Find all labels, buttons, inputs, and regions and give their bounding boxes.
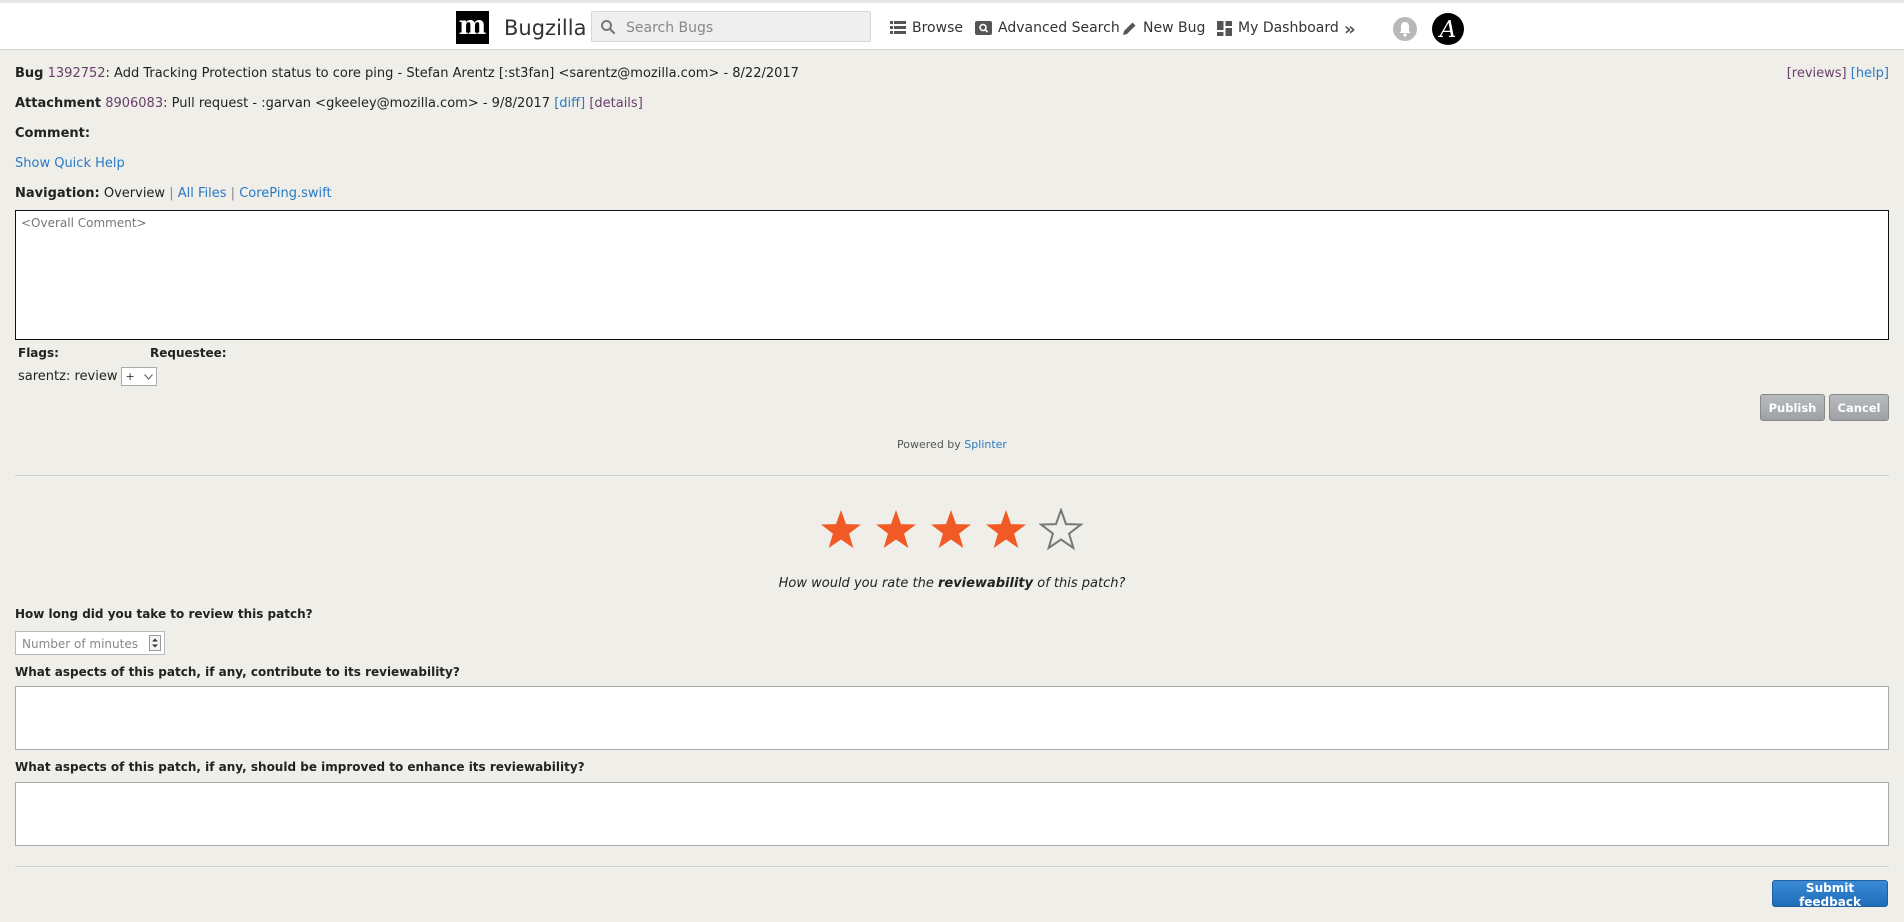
my-dashboard-link[interactable]: My Dashboard — [1217, 18, 1339, 38]
comment-label: Comment: — [15, 126, 91, 141]
details-link[interactable]: [details] — [589, 96, 642, 111]
star-empty-icon[interactable] — [1039, 508, 1083, 552]
flag-value: + — [125, 370, 135, 383]
dashboard-icon — [1217, 20, 1232, 36]
spinner-arrows-icon — [152, 638, 158, 648]
show-quick-help-link[interactable]: Show Quick Help — [15, 156, 125, 171]
notifications-bell-icon[interactable] — [1393, 17, 1417, 41]
attachment-prefix: Attachment — [15, 96, 102, 111]
flags-label: Flags: — [18, 346, 59, 360]
star-filled-icon[interactable] — [874, 508, 918, 552]
pencil-icon — [1123, 22, 1136, 35]
divider — [15, 866, 1889, 867]
file-link[interactable]: CorePing.swift — [239, 186, 331, 201]
requestee-label: Requestee: — [150, 346, 227, 360]
navigation-bar: Navigation: Overview | All Files | CoreP… — [15, 186, 332, 201]
advanced-search-link[interactable]: Advanced Search — [975, 18, 1120, 38]
top-header: m Bugzilla Browse Advanced Search New Bu… — [0, 0, 1904, 50]
attachment-summary: : Pull request - :garvan <gkeeley@mozill… — [163, 96, 551, 111]
all-files-link[interactable]: All Files — [178, 186, 227, 201]
review-flag-select[interactable]: + — [121, 367, 158, 386]
browse-link[interactable]: Browse — [890, 18, 963, 38]
diff-link[interactable]: [diff] — [554, 96, 585, 111]
rating-question-pre: How would you rate the — [778, 576, 934, 591]
browse-label: Browse — [912, 20, 963, 36]
my-dashboard-label: My Dashboard — [1238, 20, 1339, 36]
rating-stars — [819, 508, 1083, 552]
review-flag-row: sarentz: review + — [18, 367, 158, 386]
minutes-field[interactable] — [15, 631, 165, 655]
bug-id-link[interactable]: 1392752 — [48, 66, 106, 81]
rating-question-post: of this patch? — [1037, 576, 1126, 591]
search-icon — [601, 20, 616, 35]
new-bug-label: New Bug — [1143, 20, 1206, 36]
divider — [15, 475, 1889, 476]
bug-info: Bug 1392752: Add Tracking Protection sta… — [15, 66, 799, 81]
nav-separator: | — [230, 186, 236, 201]
rating-question: How would you rate the reviewability of … — [0, 576, 1904, 591]
improve-textarea[interactable] — [15, 782, 1889, 846]
avatar-letter: A — [1438, 17, 1457, 43]
search-input[interactable] — [624, 16, 864, 39]
powered-by: Powered by Splinter — [0, 438, 1904, 451]
improve-question: What aspects of this patch, if any, shou… — [15, 760, 585, 774]
header-links: [reviews] [help] — [1787, 66, 1889, 81]
attachment-info: Attachment 8906083: Pull request - :garv… — [15, 96, 643, 111]
attachment-id-link[interactable]: 8906083 — [105, 96, 163, 111]
bug-prefix: Bug — [15, 66, 44, 81]
advanced-search-label: Advanced Search — [998, 20, 1120, 36]
list-icon — [890, 21, 906, 34]
splinter-link[interactable]: Splinter — [964, 438, 1007, 451]
publish-button[interactable]: Publish — [1760, 394, 1825, 421]
minutes-spinner[interactable] — [149, 635, 161, 651]
powered-by-text: Powered by — [897, 438, 961, 451]
rating-question-bold: reviewability — [937, 576, 1034, 591]
submit-feedback-button[interactable]: Submit feedback — [1772, 880, 1888, 909]
mozilla-logo[interactable]: m — [456, 11, 489, 44]
new-bug-link[interactable]: New Bug — [1122, 18, 1205, 38]
advanced-search-icon — [975, 21, 992, 35]
help-link[interactable]: [help] — [1851, 66, 1889, 81]
brand-title[interactable]: Bugzilla — [504, 16, 586, 40]
chevron-down-icon — [144, 373, 154, 380]
review-time-question: How long did you take to review this pat… — [15, 607, 313, 621]
search-box[interactable] — [591, 11, 871, 42]
star-filled-icon[interactable] — [819, 508, 863, 552]
user-avatar[interactable]: A — [1432, 13, 1464, 45]
more-menu-icon[interactable]: » — [1344, 19, 1356, 40]
minutes-input[interactable] — [20, 635, 144, 653]
overall-comment-textarea[interactable] — [15, 210, 1889, 340]
flag-name: sarentz: review — [18, 369, 118, 384]
contribute-question: What aspects of this patch, if any, cont… — [15, 665, 460, 679]
nav-separator: | — [169, 186, 174, 201]
star-filled-icon[interactable] — [929, 508, 973, 552]
navigation-label: Navigation: — [15, 186, 100, 201]
cancel-button[interactable]: Cancel — [1829, 394, 1889, 421]
contribute-textarea[interactable] — [15, 686, 1889, 750]
navigation-current: Overview — [103, 186, 166, 201]
bug-summary: : Add Tracking Protection status to core… — [105, 66, 799, 81]
reviews-link[interactable]: [reviews] — [1787, 66, 1847, 81]
star-filled-icon[interactable] — [984, 508, 1028, 552]
